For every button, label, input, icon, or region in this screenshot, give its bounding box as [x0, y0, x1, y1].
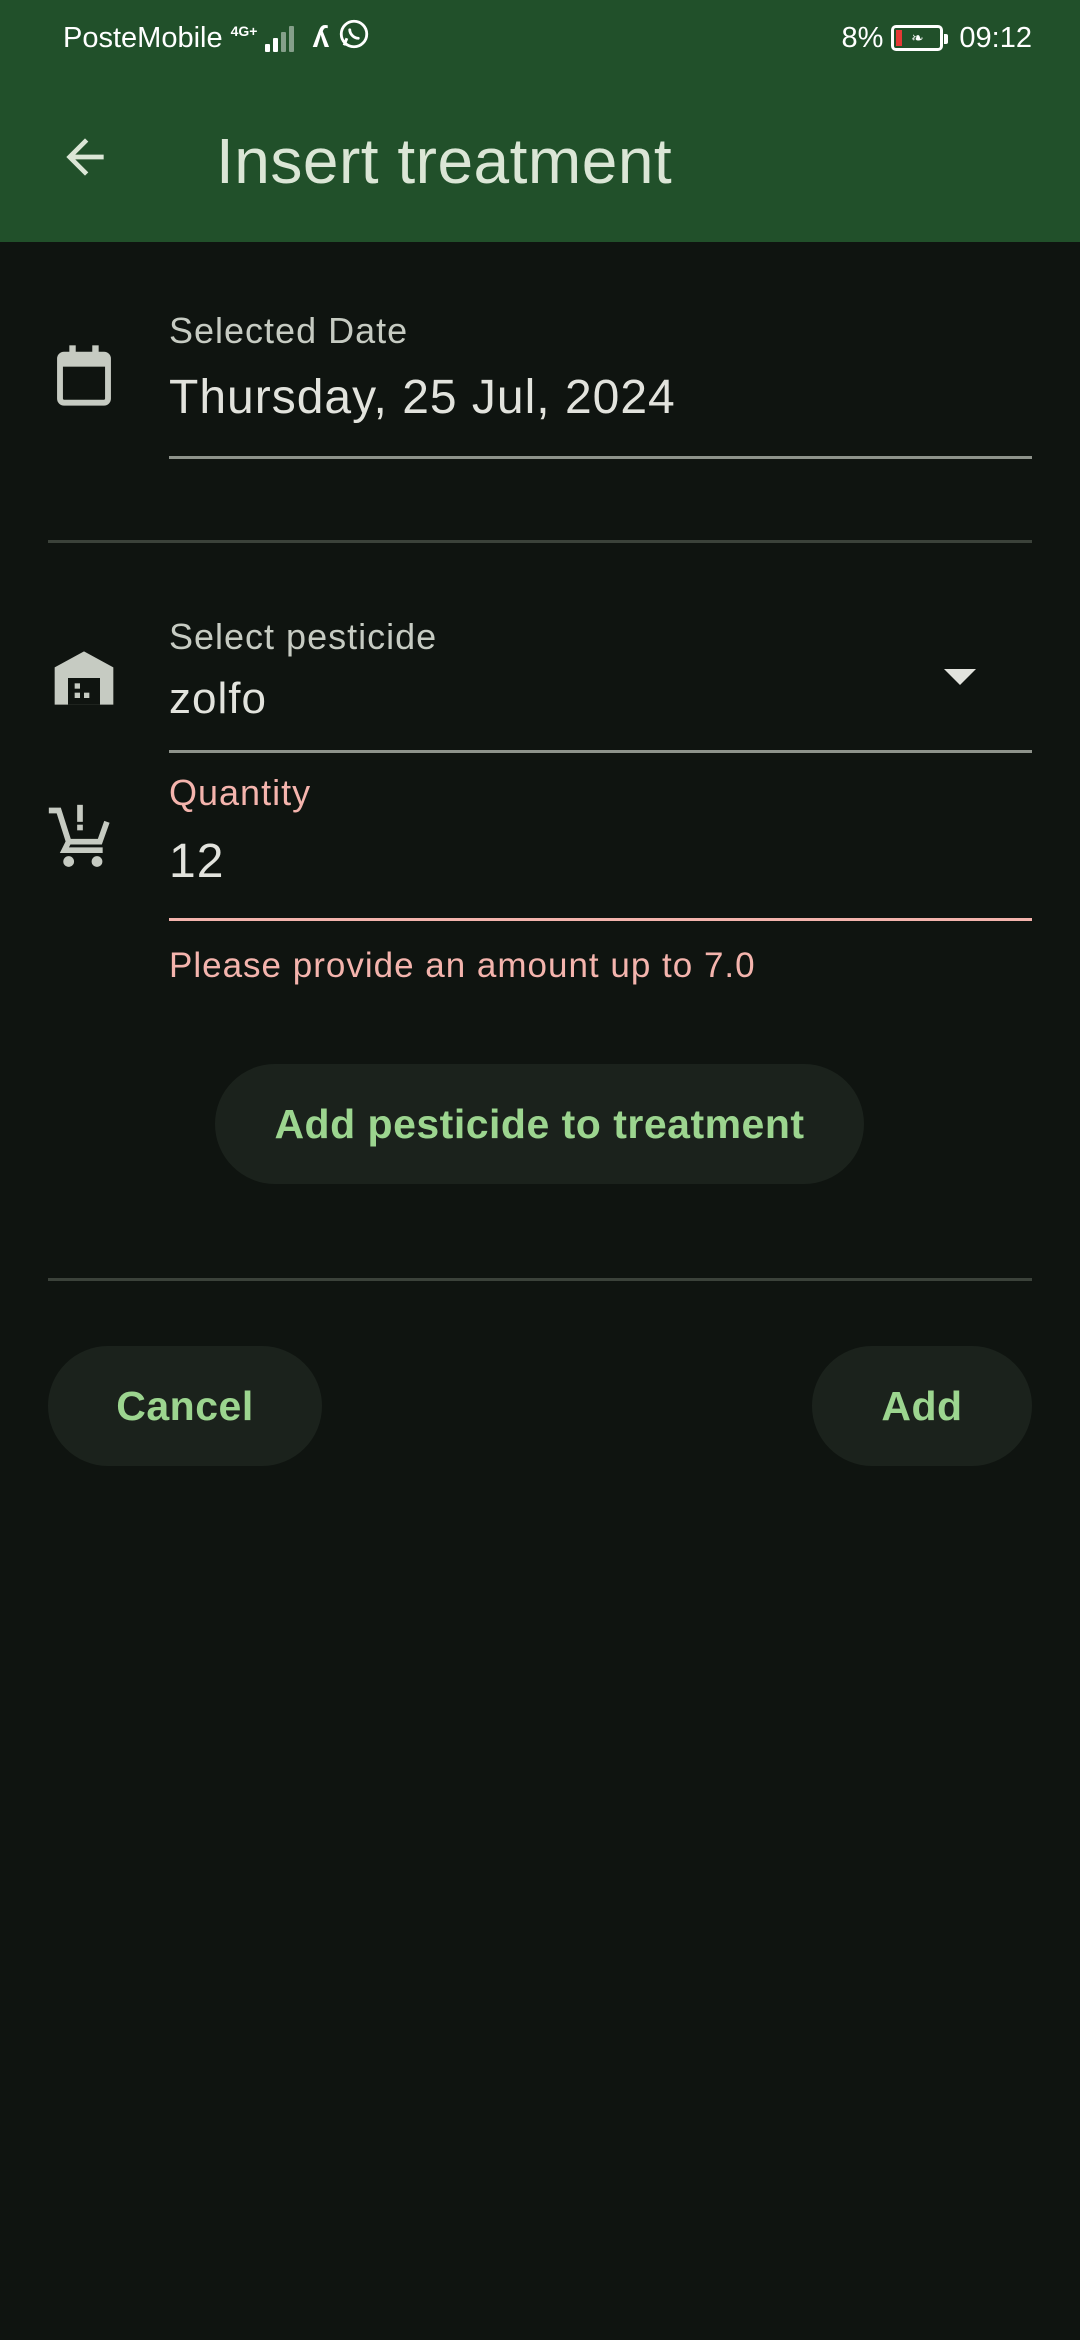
clock: 09:12: [959, 21, 1032, 54]
cancel-button[interactable]: Cancel: [48, 1346, 322, 1466]
add-button[interactable]: Add: [812, 1346, 1032, 1466]
quantity-field-underline: [169, 918, 1032, 921]
battery-icon: ❧: [891, 25, 949, 51]
back-button[interactable]: [50, 122, 120, 192]
status-left: PosteMobile 4G+ ʎ: [63, 17, 371, 59]
page-title: Insert treatment: [216, 125, 673, 197]
add-pesticide-button-label: Add pesticide to treatment: [274, 1100, 805, 1147]
pesticide-field-underline: [169, 750, 1032, 753]
quantity-field-label: Quantity: [169, 772, 312, 813]
quantity-field-value: 12: [169, 835, 225, 888]
date-field-value: Thursday, 25 Jul, 2024: [169, 371, 676, 424]
status-right: 8% ❧ 09:12: [842, 22, 1033, 55]
status-bar: PosteMobile 4G+ ʎ 8% ❧ 09:12: [0, 0, 1080, 76]
form-content: Selected Date Thursday, 25 Jul, 2024 Sel…: [0, 242, 1080, 2340]
top-app-bar-background: PosteMobile 4G+ ʎ 8% ❧ 09:12 Insert trea: [0, 0, 1080, 242]
app-notification-icon: ʎ: [312, 21, 330, 54]
battery-percent: 8%: [841, 21, 884, 54]
calendar-icon: [48, 340, 120, 412]
date-field-label: Selected Date: [169, 310, 409, 351]
cancel-button-label: Cancel: [116, 1382, 254, 1429]
app-bar: Insert treatment: [0, 100, 1080, 216]
warehouse-icon: [48, 642, 120, 714]
add-button-label: Add: [881, 1382, 963, 1429]
network-type: 4G+: [230, 23, 258, 39]
add-pesticide-button[interactable]: Add pesticide to treatment: [215, 1064, 864, 1184]
section-divider-bottom: [48, 1278, 1032, 1281]
pesticide-field-label: Select pesticide: [169, 616, 438, 657]
pesticide-field-value: zolfo: [169, 674, 267, 723]
dropdown-arrow-icon: [944, 669, 976, 685]
section-divider: [48, 540, 1032, 543]
signal-icon: [265, 24, 295, 52]
carrier-name: PosteMobile: [63, 21, 223, 54]
quantity-error-message: Please provide an amount up to 7.0: [169, 946, 756, 985]
whatsapp-icon: [337, 17, 371, 59]
date-field-underline: [169, 456, 1032, 459]
arrow-back-icon: [66, 138, 104, 176]
add-shopping-cart-icon: [44, 800, 116, 872]
